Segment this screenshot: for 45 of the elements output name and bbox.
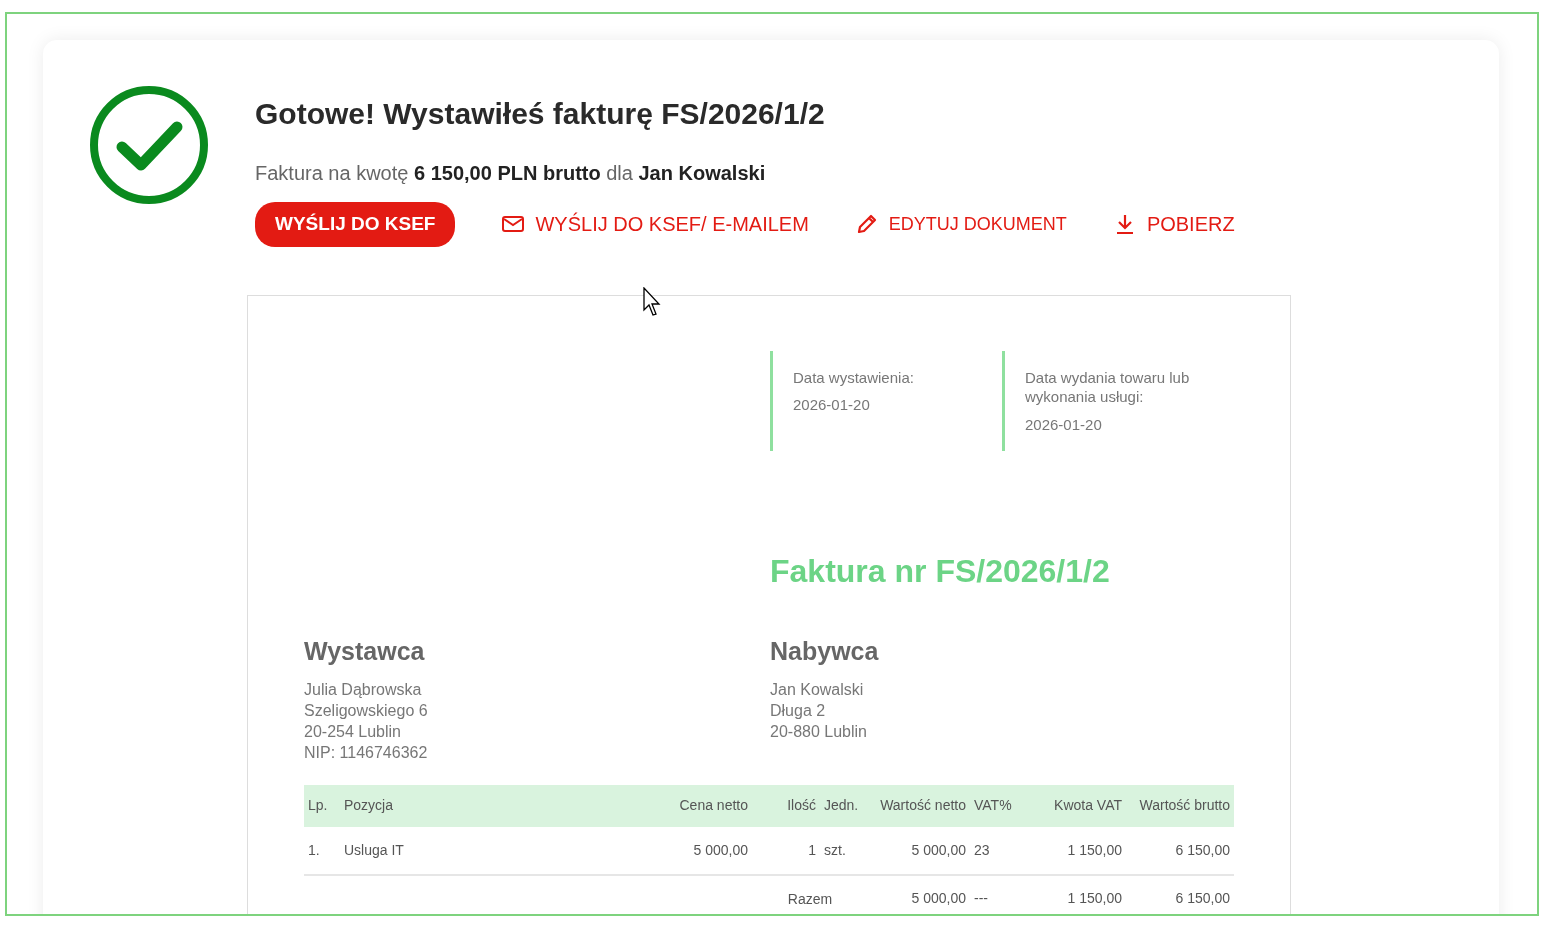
invoice-title: Faktura nr FS/2026/1/2 — [770, 552, 1111, 591]
party-line: 20-880 Lublin — [770, 721, 868, 742]
page-title: Gotowe! Wystawiłeś fakturę FS/2026/1/2 — [255, 96, 826, 132]
party-heading: Wystawca — [304, 636, 426, 667]
party-line: Długa 2 — [770, 700, 827, 721]
column-header: Wartość brutto — [1126, 784, 1234, 827]
table-cell: 1 — [752, 826, 820, 875]
total-cell: 6 150,00 — [1126, 874, 1234, 914]
column-header: Kwota VAT — [1020, 784, 1126, 827]
column-header: Jedn. — [820, 784, 868, 827]
party-line: NIP: 1146746362 — [304, 742, 429, 763]
party-line: Jan Kowalski — [770, 679, 865, 700]
party-heading: Nabywca — [770, 636, 880, 667]
send-ksef-button[interactable]: WYŚLIJ DO KSEF — [255, 202, 456, 247]
column-header: Pozycja — [340, 784, 640, 827]
total-cell: --- — [970, 874, 1020, 914]
date-value: 2026-01-20 — [793, 395, 871, 415]
table-cell: 6 150,00 — [1126, 826, 1234, 875]
table-cell: 5 000,00 — [640, 826, 752, 875]
party-line: Szeligowskiego 6 — [304, 700, 429, 721]
download-button[interactable]: POBIERZ — [1112, 209, 1235, 240]
table-cell: 1. — [304, 826, 340, 875]
table-cell: szt. — [820, 826, 868, 875]
party-line: 20-254 Lublin — [304, 721, 402, 742]
date-label: Data wystawienia: — [793, 367, 915, 387]
column-header: Cena netto — [640, 784, 752, 827]
column-header: VAT% — [970, 784, 1020, 827]
party-line: Julia Dąbrowska — [304, 679, 423, 700]
total-label: Razem — [752, 874, 868, 914]
date-value: 2026-01-20 — [1025, 414, 1103, 434]
success-check-icon — [89, 85, 209, 205]
column-header: Wartość netto — [868, 784, 970, 827]
total-cell: 5 000,00 — [868, 874, 970, 914]
send-email-button[interactable]: WYŚLIJ DO KSEF/ E-MAILEM — [501, 209, 809, 240]
table-cell: Usluga IT — [340, 826, 640, 875]
table-cell: 5 000,00 — [868, 826, 970, 875]
invoice-summary: Faktura na kwotę 6 150,00 PLN brutto dla Jan Kowalski — [255, 161, 767, 186]
date-label: Data wydania towaru lub wykonania usługi: — [1025, 367, 1191, 407]
table-cell: 23 — [970, 826, 1020, 875]
cursor-icon — [643, 287, 663, 317]
column-header: Lp. — [304, 784, 340, 827]
table-cell: 1 150,00 — [1020, 826, 1126, 875]
total-cell: 1 150,00 — [1020, 874, 1126, 914]
edit-document-button[interactable]: EDYTUJ DOKUMENT — [854, 210, 1067, 238]
column-header: Ilość — [752, 784, 820, 827]
